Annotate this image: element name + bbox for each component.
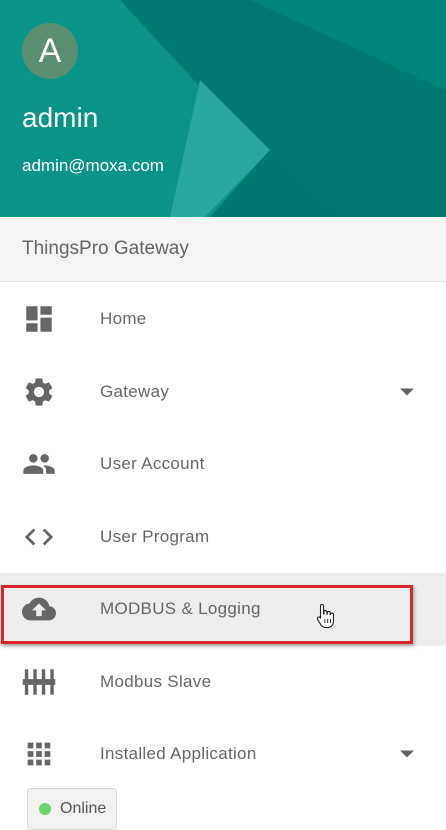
nav-item-label: Installed Application bbox=[100, 744, 257, 764]
nav-item-home[interactable]: Home bbox=[0, 283, 446, 356]
gear-icon bbox=[22, 375, 56, 409]
nav-item-user-account[interactable]: User Account bbox=[0, 428, 446, 501]
status-dot-icon bbox=[39, 803, 51, 815]
nav-item-label: User Program bbox=[100, 526, 210, 546]
sliders-icon bbox=[22, 665, 56, 699]
nav-item-modbus-slave[interactable]: Modbus Slave bbox=[0, 646, 446, 719]
status-label: Online bbox=[60, 800, 107, 817]
nav-item-installed-application[interactable]: Installed Application bbox=[0, 718, 446, 791]
nav-item-modbus-logging[interactable]: MODBUS & Logging bbox=[0, 573, 446, 646]
app-subheader: ThingsPro Gateway bbox=[0, 217, 446, 282]
cloud-upload-icon bbox=[22, 592, 56, 626]
user-email: admin@moxa.com bbox=[22, 156, 164, 175]
avatar[interactable]: A bbox=[22, 23, 78, 79]
nav-list: Home Gateway User Account User Program M… bbox=[0, 283, 446, 791]
nav-item-label: Modbus Slave bbox=[100, 671, 212, 691]
nav-item-label: User Account bbox=[100, 454, 205, 474]
dashboard-icon bbox=[22, 302, 56, 336]
nav-item-label: Gateway bbox=[100, 381, 170, 401]
apps-grid-icon bbox=[22, 737, 56, 771]
nav-item-user-program[interactable]: User Program bbox=[0, 501, 446, 574]
connection-status-chip: Online bbox=[27, 788, 117, 830]
caret-down-icon[interactable] bbox=[400, 750, 414, 758]
profile-header: A admin admin@moxa.com bbox=[0, 0, 446, 217]
user-name: admin bbox=[22, 102, 99, 133]
navigation-drawer: A admin admin@moxa.com ThingsPro Gateway… bbox=[0, 0, 446, 830]
nav-item-label: MODBUS & Logging bbox=[100, 599, 261, 619]
caret-down-icon[interactable] bbox=[400, 388, 414, 396]
nav-item-gateway[interactable]: Gateway bbox=[0, 356, 446, 429]
people-icon bbox=[22, 447, 56, 481]
app-title: ThingsPro Gateway bbox=[22, 238, 189, 259]
nav-item-label: Home bbox=[100, 309, 147, 329]
code-icon bbox=[22, 520, 56, 554]
